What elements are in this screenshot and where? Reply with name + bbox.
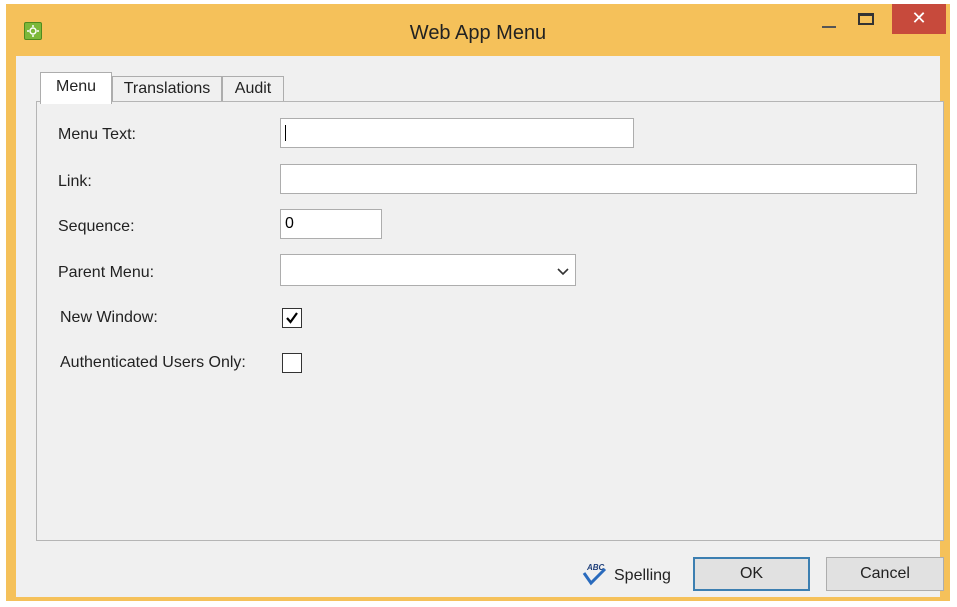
dialog-window: Web App Menu ✕ Menu Translations Audit M… — [6, 4, 950, 601]
tab-menu[interactable]: Menu — [40, 72, 112, 104]
maximize-icon — [858, 13, 874, 25]
minimize-icon — [822, 26, 836, 28]
window-title: Web App Menu — [409, 22, 547, 44]
close-button[interactable]: ✕ — [892, 4, 946, 34]
parent-menu-label: Parent Menu: — [58, 264, 155, 281]
cancel-button[interactable]: Cancel — [826, 557, 944, 591]
sequence-input[interactable]: 0 — [280, 209, 382, 239]
authenticated-users-only-checkbox[interactable] — [282, 353, 302, 373]
sequence-value: 0 — [285, 215, 294, 232]
title-bar[interactable]: Web App Menu ✕ — [6, 4, 950, 56]
spellcheck-icon[interactable]: ABC — [581, 561, 609, 592]
minimize-button[interactable] — [814, 4, 842, 36]
ok-button[interactable]: OK — [693, 557, 810, 591]
new-window-label: New Window: — [60, 309, 158, 326]
tab-translations[interactable]: Translations — [112, 76, 222, 102]
sequence-label: Sequence: — [58, 218, 135, 235]
spelling-label[interactable]: Spelling — [614, 567, 671, 585]
menu-tab-panel: Menu Text: Link: Sequence: 0 Parent Menu… — [36, 101, 944, 541]
maximize-button[interactable] — [852, 4, 882, 36]
link-label: Link: — [58, 173, 92, 190]
checkmark-icon — [286, 312, 298, 324]
chevron-down-icon — [557, 257, 569, 285]
link-input[interactable] — [280, 164, 917, 194]
text-cursor — [285, 125, 286, 141]
menu-text-label: Menu Text: — [58, 126, 136, 143]
tab-audit[interactable]: Audit — [222, 76, 284, 102]
new-window-checkbox[interactable] — [282, 308, 302, 328]
dialog-client-area: Menu Translations Audit Menu Text: Link:… — [16, 56, 944, 597]
parent-menu-select[interactable] — [280, 254, 576, 286]
menu-text-input[interactable] — [280, 118, 634, 148]
close-icon: ✕ — [911, 8, 927, 28]
authenticated-users-only-label: Authenticated Users Only: — [60, 354, 246, 371]
